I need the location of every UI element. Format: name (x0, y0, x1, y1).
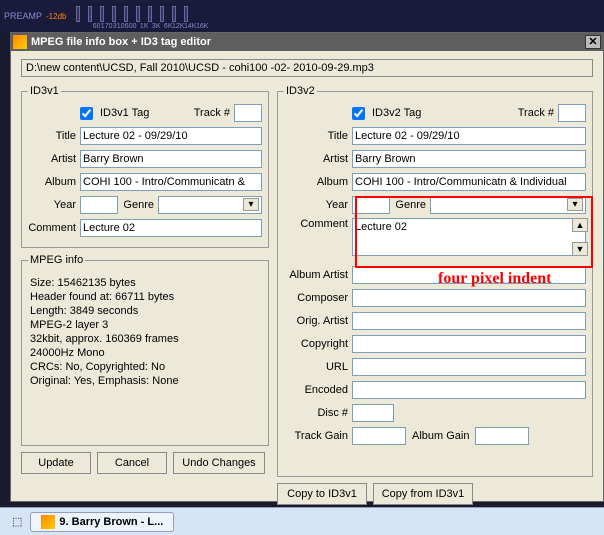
equalizer-strip: PREAMP -12db 601703106001K3K6K12K14K16K (0, 0, 604, 32)
id3v2-composer-input[interactable] (352, 289, 586, 307)
winamp-icon (13, 35, 27, 49)
scroll-up-icon[interactable]: ▲ (572, 218, 588, 232)
id3v1-album-input[interactable] (80, 173, 262, 191)
id3v2-title-input[interactable] (352, 127, 586, 145)
show-desktop-icon[interactable]: ⬚ (12, 515, 22, 528)
track-label: Track # (194, 107, 230, 119)
cancel-button[interactable]: Cancel (97, 452, 167, 474)
id3v2-orig-artist-input[interactable] (352, 312, 586, 330)
taskbar: ⬚ 9. Barry Brown - L... (0, 507, 604, 535)
id3v2-artist-input[interactable] (352, 150, 586, 168)
winamp-icon (41, 515, 55, 529)
update-button[interactable]: Update (21, 452, 91, 474)
id3v2-disc-input[interactable] (352, 404, 394, 422)
id3v2-legend: ID3v2 (284, 85, 317, 97)
id3v2-enable[interactable]: ID3v2 Tag (352, 107, 421, 120)
id3v2-album-input[interactable] (352, 173, 586, 191)
copy-from-id3v1-button[interactable]: Copy from ID3v1 (373, 483, 473, 505)
copy-to-id3v1-button[interactable]: Copy to ID3v1 (277, 483, 367, 505)
id3v2-checkbox[interactable] (352, 107, 365, 120)
id3v2-track-gain-input[interactable] (352, 427, 406, 445)
preamp-label: PREAMP (4, 11, 42, 21)
id3v1-enable[interactable]: ID3v1 Tag (80, 107, 149, 120)
scroll-down-icon[interactable]: ▼ (572, 242, 588, 256)
id3v1-checkbox[interactable] (80, 107, 93, 120)
id3v1-title-input[interactable] (80, 127, 262, 145)
id3v1-track-input[interactable] (234, 104, 262, 122)
annotation-label: four pixel indent (438, 270, 552, 288)
id3v1-artist-input[interactable] (80, 150, 262, 168)
id3v1-comment-input[interactable] (80, 219, 262, 237)
mpeg-legend: MPEG info (28, 254, 85, 266)
id3v2-album-gain-input[interactable] (475, 427, 529, 445)
id3v1-genre-select[interactable] (158, 196, 262, 214)
id3v2-encoded-input[interactable] (352, 381, 586, 399)
taskbar-item-winamp[interactable]: 9. Barry Brown - L... (30, 512, 174, 532)
undo-button[interactable]: Undo Changes (173, 452, 265, 474)
mpeg-info-text: Size: 15462135 bytes Header found at: 66… (28, 272, 262, 432)
id3v2-comment-input[interactable]: Lecture 02 (352, 218, 586, 256)
id3v1-legend: ID3v1 (28, 85, 61, 97)
id3v2-track-input[interactable] (558, 104, 586, 122)
close-button[interactable]: ✕ (585, 35, 601, 49)
file-path[interactable]: D:\new content\UCSD, Fall 2010\UCSD - co… (21, 59, 593, 77)
id3v2-url-input[interactable] (352, 358, 586, 376)
id3-editor-dialog: MPEG file info box + ID3 tag editor ✕ D:… (10, 32, 604, 502)
id3v2-year-input[interactable] (352, 196, 390, 214)
preamp-db: -12db (46, 12, 66, 21)
id3v2-copyright-input[interactable] (352, 335, 586, 353)
id3v2-genre-select[interactable] (430, 196, 586, 214)
mpeg-info-group: MPEG info Size: 15462135 bytes Header fo… (21, 254, 269, 446)
titlebar[interactable]: MPEG file info box + ID3 tag editor ✕ (11, 33, 603, 51)
id3v1-group: ID3v1 ID3v1 Tag Track # Title Artist (21, 85, 269, 248)
window-title: MPEG file info box + ID3 tag editor (31, 36, 585, 48)
id3v1-year-input[interactable] (80, 196, 118, 214)
